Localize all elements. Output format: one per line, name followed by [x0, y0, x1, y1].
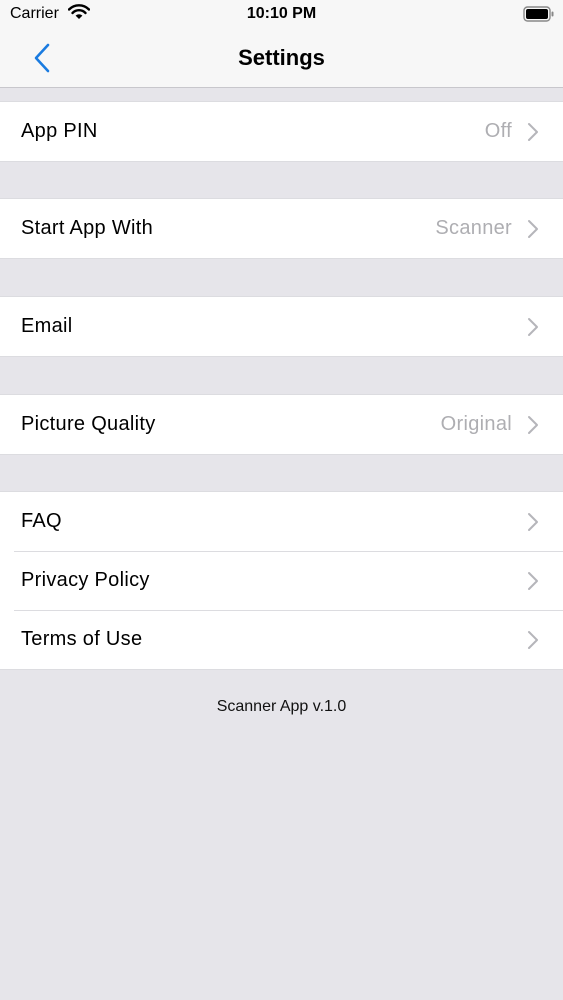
chevron-right-icon [528, 220, 538, 238]
row-label: App PIN [21, 120, 98, 142]
settings-row-picture-quality[interactable]: Picture Quality Original [0, 395, 563, 454]
row-label: Privacy Policy [21, 569, 150, 591]
chevron-right-icon [528, 572, 538, 590]
settings-group-start: Start App With Scanner [0, 198, 563, 259]
row-label: Picture Quality [21, 413, 156, 435]
chevron-right-icon [528, 416, 538, 434]
app-version-label: Scanner App v.1.0 [216, 698, 347, 715]
row-value: Scanner [435, 217, 512, 239]
chevron-right-icon [528, 513, 538, 531]
row-label: FAQ [21, 510, 62, 532]
navigation-bar: Settings [0, 30, 563, 88]
row-value: Original [440, 413, 512, 435]
settings-row-privacy-policy[interactable]: Privacy Policy [0, 551, 563, 610]
row-label: Email [21, 315, 73, 337]
page-title: Settings [238, 45, 325, 70]
settings-row-start-app-with[interactable]: Start App With Scanner [0, 199, 563, 258]
status-time: 10:10 PM [246, 5, 317, 22]
settings-group-quality: Picture Quality Original [0, 394, 563, 455]
battery-icon [523, 6, 555, 27]
chevron-right-icon [528, 123, 538, 141]
chevron-right-icon [528, 318, 538, 336]
settings-group-info: FAQ Privacy Policy Terms of Use [0, 491, 563, 670]
row-value: Off [484, 120, 512, 142]
settings-group-pin: App PIN Off [0, 101, 563, 162]
settings-row-app-pin[interactable]: App PIN Off [0, 102, 563, 161]
row-label: Start App With [21, 217, 154, 239]
settings-group-email: Email [0, 296, 563, 357]
settings-row-email[interactable]: Email [0, 297, 563, 356]
chevron-right-icon [528, 631, 538, 649]
row-label: Terms of Use [21, 628, 143, 650]
settings-row-terms-of-use[interactable]: Terms of Use [0, 610, 563, 669]
settings-row-faq[interactable]: FAQ [0, 492, 563, 551]
status-bar: Carrier 10:10 PM [0, 0, 563, 30]
